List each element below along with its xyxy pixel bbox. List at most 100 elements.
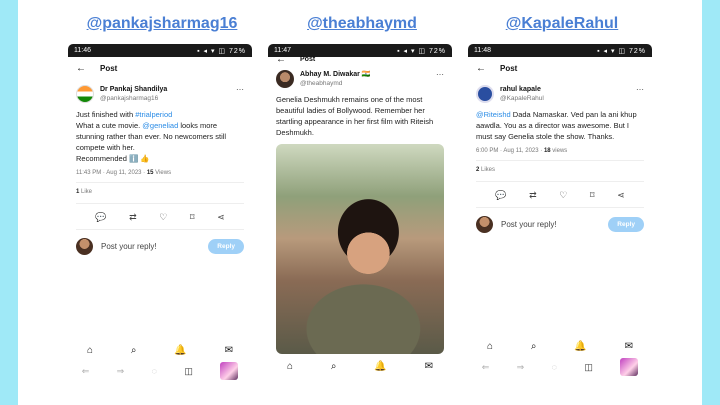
reply-bar: Post your reply! Reply	[68, 230, 252, 263]
bookmark-icon[interactable]: ⌑	[190, 212, 195, 223]
post-text: @Riteishd Dada Namaskar. Ved pan la ani …	[468, 103, 652, 142]
author-handle[interactable]: @KapaleRahul	[500, 94, 544, 103]
bell-icon[interactable]: 🔔	[374, 361, 386, 372]
bookmark-icon[interactable]: ⌑	[590, 190, 595, 201]
action-bar: 💬 ⇄ ♡ ⌑ ⋖	[476, 181, 644, 208]
post-meta: 11:43 PM · Aug 11, 2023 · 15 Views	[68, 164, 252, 176]
forward-icon[interactable]: ⇒	[517, 362, 525, 373]
back-arrow-icon[interactable]: ←	[476, 63, 486, 74]
share-icon[interactable]: ⋖	[617, 190, 625, 201]
author-handle[interactable]: @pankajsharmag16	[100, 94, 167, 103]
handle-title[interactable]: @KapaleRahul	[462, 15, 662, 33]
bottom-nav: ⌂ ⌕ 🔔 ✉	[268, 356, 452, 376]
likes-row[interactable]: 2 Likes	[468, 161, 652, 173]
back-icon[interactable]: ⇐	[482, 362, 490, 373]
page-title: Post	[500, 63, 518, 73]
phone-screen: 11:47 ▪ ◂ ▾ ◫ 72% ← Post Abhay M. Diwaka…	[268, 44, 452, 384]
status-time: 11:48	[474, 47, 491, 54]
hashtag-link[interactable]: #trialperiod	[135, 110, 172, 119]
mail-icon[interactable]: ✉	[425, 361, 433, 372]
reload-icon[interactable]: ◌	[552, 362, 557, 372]
views-label: views	[550, 148, 568, 154]
post-text-part: What a cute movie.	[76, 121, 143, 130]
like-icon[interactable]: ♡	[559, 190, 567, 201]
home-icon[interactable]: ⌂	[87, 345, 93, 356]
forward-icon[interactable]: ⇒	[117, 366, 125, 377]
home-icon[interactable]: ⌂	[487, 341, 493, 352]
status-icons: ▪ ◂ ▾ ◫ 72%	[197, 47, 246, 55]
reply-avatar	[476, 216, 493, 233]
post-author: rahul kapale @KapaleRahul ⋯	[468, 79, 652, 103]
reply-button[interactable]: Reply	[608, 217, 644, 232]
mail-icon[interactable]: ✉	[625, 341, 633, 352]
repost-icon[interactable]: ⇄	[529, 190, 537, 201]
avatar[interactable]	[476, 85, 494, 103]
post-timestamp: 6:00 PM · Aug 11, 2023 ·	[476, 148, 544, 154]
reply-avatar	[76, 238, 93, 255]
tabs-icon[interactable]: ◫	[184, 366, 193, 377]
status-bar: 11:46 ▪ ◂ ▾ ◫ 72%	[68, 44, 252, 57]
view-count: 15	[146, 170, 154, 176]
page-title: Post	[300, 55, 316, 63]
author-name[interactable]: rahul kapale	[500, 85, 544, 94]
phone-screen: 11:46 ▪ ◂ ▾ ◫ 72% ← Post Dr Pankaj Shand…	[68, 44, 252, 384]
right-border	[702, 0, 720, 405]
post-text-part: Recommended ℹ️ 👍	[76, 154, 150, 163]
like-icon[interactable]: ♡	[159, 212, 167, 223]
back-icon[interactable]: ⇐	[82, 366, 90, 377]
reply-button[interactable]: Reply	[208, 239, 244, 254]
more-icon[interactable]: ⋯	[636, 85, 644, 94]
post-photo[interactable]	[276, 144, 444, 354]
phone-screen: 11:48 ▪ ◂ ▾ ◫ 72% ← Post rahul kapale @K…	[468, 44, 652, 384]
reply-input[interactable]: Post your reply!	[501, 220, 608, 229]
mention-link[interactable]: @Riteishd	[476, 110, 511, 119]
post-header: ← Post	[468, 57, 652, 79]
back-arrow-icon[interactable]: ←	[76, 63, 86, 74]
more-icon[interactable]: ⋯	[436, 70, 444, 79]
tab-thumbnail[interactable]	[620, 358, 639, 376]
home-icon[interactable]: ⌂	[287, 361, 293, 372]
avatar[interactable]	[76, 85, 94, 103]
comment-icon[interactable]: 💬	[495, 190, 506, 201]
left-border	[0, 0, 18, 405]
handle-title[interactable]: @pankajsharmag16	[62, 15, 262, 33]
post-header: ← Post	[68, 57, 252, 79]
repost-icon[interactable]: ⇄	[129, 212, 137, 223]
post-author: Abhay M. Diwakar 🇮🇳 @theabhaymd ⋯	[268, 64, 452, 88]
bell-icon[interactable]: 🔔	[174, 345, 186, 356]
likes-label: Likes	[479, 167, 496, 173]
mention-link[interactable]: @geneliad	[142, 121, 178, 130]
post-header: ← Post	[268, 54, 452, 65]
author-name[interactable]: Dr Pankaj Shandilya	[100, 85, 167, 94]
post-text: Just finished with #trialperiod What a c…	[68, 103, 252, 164]
tab-thumbnail[interactable]	[220, 362, 239, 380]
avatar[interactable]	[276, 70, 294, 88]
author-handle[interactable]: @theabhaymd	[300, 79, 371, 88]
browser-bar: ⇐ ⇒ ◌ ◫	[68, 360, 252, 382]
tabs-icon[interactable]: ◫	[584, 362, 593, 373]
reply-bar: Post your reply! Reply	[468, 208, 652, 241]
back-arrow-icon[interactable]: ←	[276, 54, 286, 65]
status-icons: ▪ ◂ ▾ ◫ 72%	[597, 47, 646, 55]
mail-icon[interactable]: ✉	[225, 345, 233, 356]
bottom-nav: ⌂ ⌕ 🔔 ✉	[68, 340, 252, 360]
post-text-part: Just finished with	[76, 110, 136, 119]
search-icon[interactable]: ⌕	[531, 341, 537, 352]
author-name[interactable]: Abhay M. Diwakar 🇮🇳	[300, 70, 371, 79]
action-bar: 💬 ⇄ ♡ ⌑ ⋖	[76, 203, 244, 230]
search-icon[interactable]: ⌕	[331, 361, 337, 372]
post-timestamp: 11:43 PM · Aug 11, 2023 ·	[76, 170, 147, 176]
bell-icon[interactable]: 🔔	[574, 341, 586, 352]
reload-icon[interactable]: ◌	[152, 366, 157, 376]
comment-icon[interactable]: 💬	[95, 212, 106, 223]
more-icon[interactable]: ⋯	[236, 85, 244, 94]
reply-input[interactable]: Post your reply!	[101, 242, 208, 251]
share-icon[interactable]: ⋖	[217, 212, 225, 223]
post-text: Genelia Deshmukh remains one of the most…	[276, 95, 434, 137]
status-time: 11:46	[74, 47, 91, 54]
search-icon[interactable]: ⌕	[131, 345, 137, 356]
status-icons: ▪ ◂ ▾ ◫ 72%	[397, 47, 446, 55]
handle-title[interactable]: @theabhaymd	[262, 15, 462, 33]
browser-bar: ⇐ ⇒ ◌ ◫	[468, 356, 652, 378]
likes-row[interactable]: 1 Like	[68, 183, 252, 195]
